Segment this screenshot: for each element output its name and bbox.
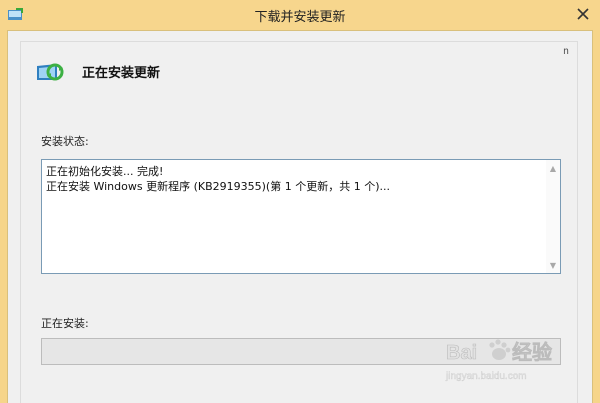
svg-text:jingyan.baidu.com: jingyan.baidu.com xyxy=(445,371,527,382)
page-heading: 正在安装更新 xyxy=(82,66,161,81)
status-text: 正在初始化安装... 完成! 正在安装 Windows 更新程序 (KB2919… xyxy=(46,164,544,194)
help-icon[interactable]: n xyxy=(563,46,569,57)
status-label: 安装状态: xyxy=(41,135,89,148)
dialog-window: 下载并安装更新 n 正在安装更新 安装状态: 正在初始化安装... 完成! 正在… xyxy=(0,0,600,403)
status-textbox[interactable]: 正在初始化安装... 完成! 正在安装 Windows 更新程序 (KB2919… xyxy=(41,159,561,274)
close-button[interactable] xyxy=(566,0,600,28)
scroll-down-button[interactable]: ▼ xyxy=(546,258,560,272)
baidu-jingyan-watermark: Bai 经验 jingyan.baidu.com xyxy=(445,339,552,382)
chevron-down-icon: ▼ xyxy=(549,260,557,270)
window-title: 下载并安装更新 xyxy=(254,10,346,25)
status-line: 正在安装 Windows 更新程序 (KB2919355)(第 1 个更新，共 … xyxy=(46,180,390,193)
title-bar[interactable]: 下载并安装更新 xyxy=(0,0,600,30)
chevron-up-icon: ▲ xyxy=(549,163,557,173)
scroll-up-button[interactable]: ▲ xyxy=(546,161,560,175)
installing-label: 正在安装: xyxy=(41,317,89,330)
status-line: 正在初始化安装... 完成! xyxy=(46,165,164,178)
vertical-scrollbar[interactable]: ▲ ▼ xyxy=(546,160,560,273)
svg-text:经验: 经验 xyxy=(512,340,552,364)
windows-update-icon xyxy=(37,63,64,81)
svg-text:Bai: Bai xyxy=(446,342,477,364)
close-icon xyxy=(577,8,589,20)
